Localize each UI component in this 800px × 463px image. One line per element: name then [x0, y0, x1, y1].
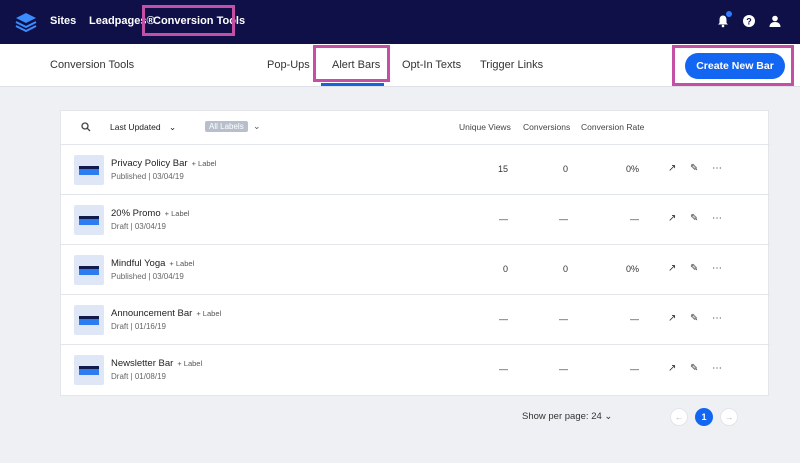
row-conversion-rate: 0%: [625, 164, 639, 174]
tab-trigger-links[interactable]: Trigger Links: [480, 59, 543, 71]
row-conversions: —: [559, 314, 568, 324]
row-unique-views: —: [499, 364, 508, 374]
row-conversion-rate: —: [630, 364, 639, 374]
subheader: Conversion Tools Pop-Ups Alert Bars Opt-…: [0, 44, 800, 87]
sort-dropdown[interactable]: Last Updated ⌄: [110, 122, 176, 133]
row-conversions: 0: [562, 164, 568, 174]
more-options-icon[interactable]: ⋯: [712, 163, 722, 174]
alert-bar-thumbnail: [74, 155, 104, 185]
table-row[interactable]: Privacy Policy Bar + Label Published | 03…: [61, 145, 770, 195]
edit-pencil-icon[interactable]: ✎: [690, 263, 698, 274]
per-page-value: 24: [591, 411, 602, 422]
label-filter-chip[interactable]: All Labels: [205, 121, 248, 132]
table-body: Privacy Policy Bar + Label Published | 03…: [61, 145, 770, 396]
row-unique-views: —: [499, 214, 508, 224]
add-label-link[interactable]: + Label: [177, 359, 202, 368]
row-status: Draft | 01/16/19: [111, 322, 166, 331]
alert-bar-thumbnail: [74, 255, 104, 285]
row-status: Published | 03/04/19: [111, 272, 184, 281]
row-conversions: —: [559, 214, 568, 224]
more-options-icon[interactable]: ⋯: [712, 263, 722, 274]
chevron-down-icon[interactable]: ⌄: [253, 121, 261, 132]
nav-sites-link[interactable]: Sites: [50, 15, 76, 27]
row-name[interactable]: Mindful Yoga: [111, 258, 165, 269]
more-options-icon[interactable]: ⋯: [712, 363, 722, 374]
svg-text:?: ?: [746, 17, 752, 27]
search-icon[interactable]: [81, 122, 91, 132]
table-row[interactable]: Newsletter Bar + Label Draft | 01/08/19 —…: [61, 345, 770, 395]
top-navigation: Sites Leadpages® Conversion Tools ?: [0, 0, 800, 44]
add-label-link[interactable]: + Label: [169, 259, 194, 268]
row-name[interactable]: Announcement Bar: [111, 308, 192, 319]
row-status: Draft | 01/08/19: [111, 372, 166, 381]
analytics-trend-icon[interactable]: ↗: [668, 363, 676, 374]
per-page-label: Show per page:: [522, 411, 589, 422]
highlight-box-conversion-tools: [142, 5, 235, 36]
per-page-selector[interactable]: Show per page: 24 ⌄: [522, 411, 612, 422]
row-conversion-rate: 0%: [625, 264, 639, 274]
row-status: Published | 03/04/19: [111, 172, 184, 181]
table-row[interactable]: Mindful Yoga + Label Published | 03/04/19…: [61, 245, 770, 295]
highlight-box-alert-bars: [313, 45, 390, 82]
add-label-link[interactable]: + Label: [165, 209, 190, 218]
row-conversion-rate: —: [630, 214, 639, 224]
row-unique-views: 0: [502, 264, 508, 274]
table-row[interactable]: 20% Promo + Label Draft | 03/04/19 — — — …: [61, 195, 770, 245]
create-new-bar-button[interactable]: Create New Bar: [685, 53, 785, 79]
more-options-icon[interactable]: ⋯: [712, 313, 722, 324]
alert-bar-thumbnail: [74, 205, 104, 235]
analytics-trend-icon[interactable]: ↗: [668, 213, 676, 224]
add-label-link[interactable]: + Label: [192, 159, 217, 168]
row-conversion-rate: —: [630, 314, 639, 324]
row-conversions: 0: [562, 264, 568, 274]
column-header-unique-views[interactable]: Unique Views: [459, 122, 511, 132]
analytics-trend-icon[interactable]: ↗: [668, 313, 676, 324]
row-unique-views: 15: [497, 164, 508, 174]
chevron-down-icon: ⌄: [604, 411, 613, 422]
row-name[interactable]: Newsletter Bar: [111, 358, 173, 369]
table-header: Last Updated ⌄ All Labels ⌄ Unique Views…: [61, 111, 770, 145]
more-options-icon[interactable]: ⋯: [712, 213, 722, 224]
row-unique-views: —: [499, 314, 508, 324]
bell-icon[interactable]: [716, 11, 732, 28]
alert-bar-thumbnail: [74, 305, 104, 335]
add-label-link[interactable]: + Label: [196, 309, 221, 318]
column-header-conversions[interactable]: Conversions: [523, 122, 570, 132]
row-name[interactable]: Privacy Policy Bar: [111, 158, 188, 169]
edit-pencil-icon[interactable]: ✎: [690, 163, 698, 174]
edit-pencil-icon[interactable]: ✎: [690, 363, 698, 374]
tab-opt-in-texts[interactable]: Opt-In Texts: [402, 59, 461, 71]
previous-page-arrow-icon[interactable]: ←: [670, 408, 688, 426]
leadpages-logo-icon[interactable]: [15, 12, 37, 32]
user-icon[interactable]: [768, 14, 782, 28]
alert-bars-table: Last Updated ⌄ All Labels ⌄ Unique Views…: [60, 110, 770, 396]
edit-pencil-icon[interactable]: ✎: [690, 213, 698, 224]
nav-icons: ?: [716, 11, 782, 28]
notification-dot: [726, 11, 732, 17]
next-page-arrow-icon[interactable]: →: [720, 408, 738, 426]
current-page-button[interactable]: 1: [695, 408, 713, 426]
tab-pop-ups[interactable]: Pop-Ups: [267, 59, 310, 71]
row-conversions: —: [559, 364, 568, 374]
edit-pencil-icon[interactable]: ✎: [690, 313, 698, 324]
sort-label: Last Updated: [110, 122, 161, 132]
analytics-trend-icon[interactable]: ↗: [668, 163, 676, 174]
active-tab-indicator: [321, 83, 384, 86]
chevron-down-icon: ⌄: [168, 122, 177, 132]
row-name[interactable]: 20% Promo: [111, 208, 161, 219]
analytics-trend-icon[interactable]: ↗: [668, 263, 676, 274]
alert-bar-thumbnail: [74, 355, 104, 385]
table-row[interactable]: Announcement Bar + Label Draft | 01/16/19…: [61, 295, 770, 345]
page-title: Conversion Tools: [50, 59, 135, 71]
column-header-conversion-rate[interactable]: Conversion Rate: [581, 122, 644, 132]
row-status: Draft | 03/04/19: [111, 222, 166, 231]
help-icon[interactable]: ?: [742, 14, 756, 28]
